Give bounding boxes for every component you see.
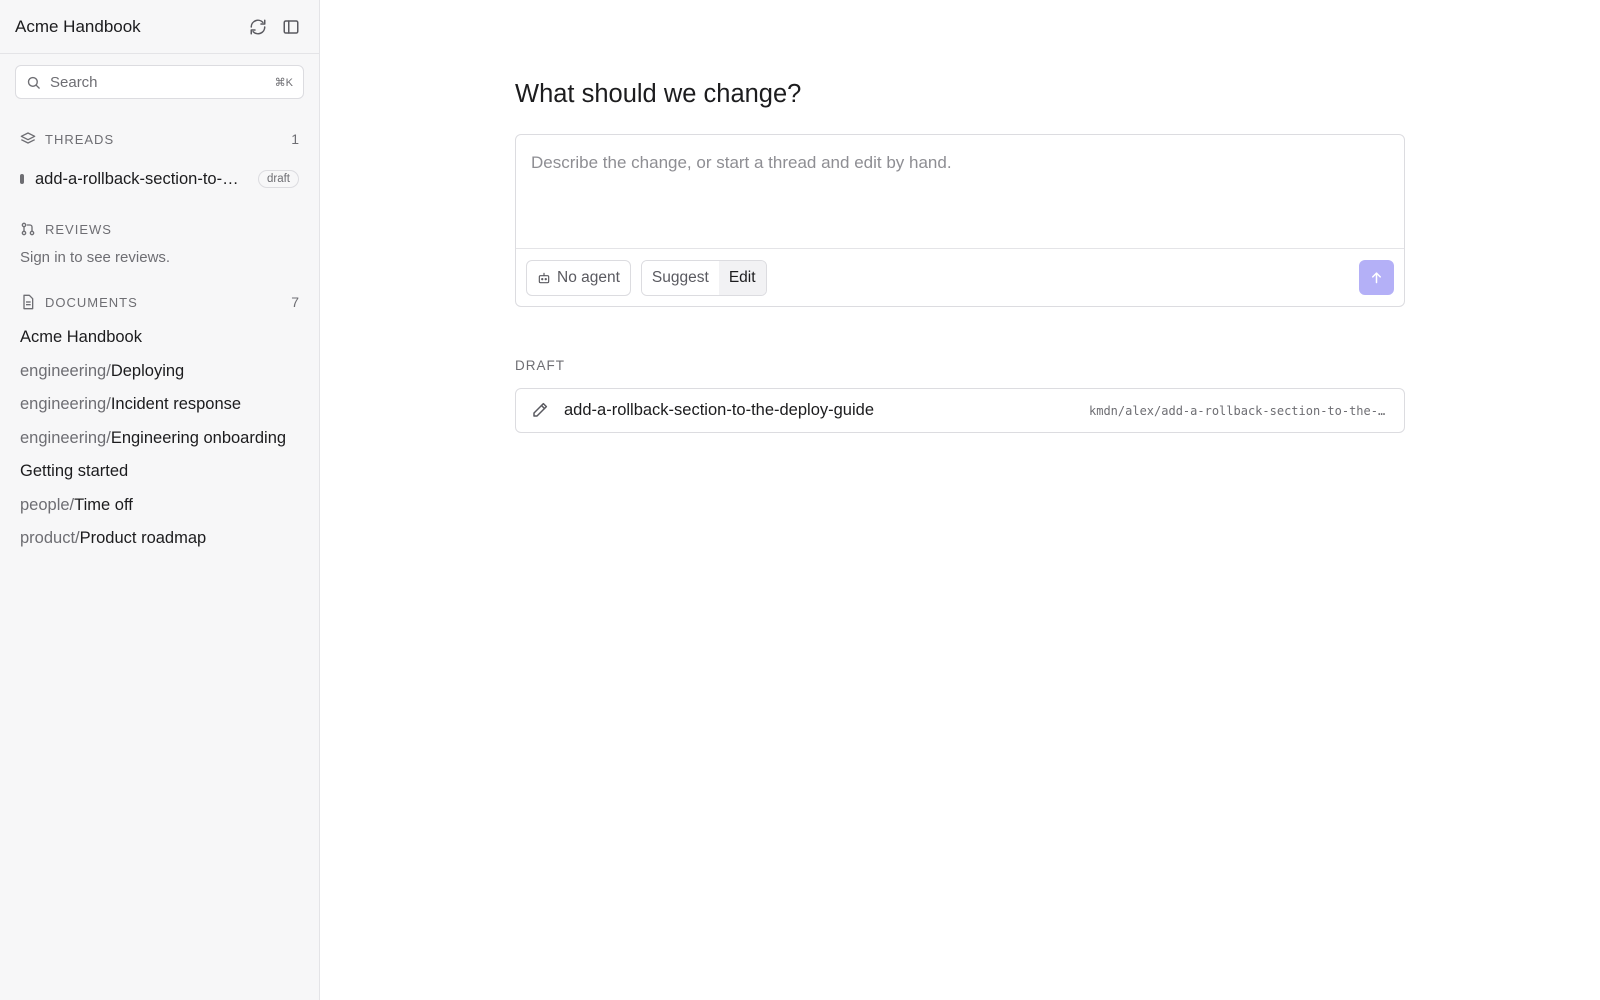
- draft-name: add-a-rollback-section-to-the-deploy-gui…: [564, 401, 874, 419]
- thread-name: add-a-rollback-section-to-the-deploy-gui…: [35, 169, 240, 188]
- document-item[interactable]: engineering/Deploying: [0, 355, 319, 389]
- send-button[interactable]: [1359, 260, 1394, 295]
- thread-item[interactable]: add-a-rollback-section-to-the-deploy-gui…: [0, 164, 319, 194]
- pencil-icon: [531, 401, 551, 421]
- search-input[interactable]: [50, 73, 275, 91]
- main-panel: What should we change? No agent Suggest …: [320, 0, 1600, 1000]
- arrow-up-icon: [1369, 270, 1384, 285]
- document-item[interactable]: product/Product roadmap: [0, 522, 319, 556]
- draft-item[interactable]: add-a-rollback-section-to-the-deploy-gui…: [515, 388, 1405, 433]
- refresh-icon[interactable]: [245, 14, 271, 40]
- search-shortcut: ⌘K: [274, 76, 293, 89]
- thread-status-badge: draft: [257, 170, 299, 188]
- mode-suggest-button[interactable]: Suggest: [641, 260, 719, 295]
- threads-label: THREADS: [45, 131, 115, 147]
- documents-list: Acme Handbook engineering/Deploying engi…: [0, 321, 319, 556]
- document-item[interactable]: people/Time off: [0, 489, 319, 523]
- draft-branch: kmdn/alex/add-a-rollback-section-to-the-…: [1089, 403, 1389, 418]
- search-box[interactable]: ⌘K: [15, 65, 304, 99]
- reviews-signin-message: Sign in to see reviews.: [20, 249, 171, 266]
- layers-icon: [20, 131, 36, 147]
- page-title: What should we change?: [515, 80, 802, 108]
- mode-edit-button[interactable]: Edit: [718, 260, 766, 295]
- change-description-input[interactable]: [516, 135, 1404, 248]
- draft-section-label: DRAFT: [515, 358, 565, 373]
- sidebar-toggle-icon[interactable]: [278, 14, 304, 40]
- mode-toggle: Suggest Edit: [640, 259, 767, 296]
- git-pull-request-icon: [20, 221, 36, 237]
- reviews-header: REVIEWS: [0, 217, 319, 241]
- composer-toolbar: No agent Suggest Edit: [516, 248, 1404, 306]
- thread-status-dot: [20, 174, 24, 184]
- agent-select-label: No agent: [557, 268, 620, 286]
- documents-header: DOCUMENTS 7: [0, 290, 319, 314]
- workspace-title[interactable]: Acme Handbook: [15, 17, 238, 37]
- document-item[interactable]: engineering/Incident response: [0, 388, 319, 422]
- document-item[interactable]: Acme Handbook: [0, 321, 319, 355]
- document-item[interactable]: Getting started: [0, 455, 319, 489]
- sidebar: Acme Handbook ⌘K THREADS: [0, 0, 320, 1000]
- composer: No agent Suggest Edit: [515, 134, 1405, 307]
- search-icon: [26, 75, 41, 90]
- document-icon: [20, 294, 36, 310]
- bot-icon: [537, 271, 551, 285]
- agent-select-button[interactable]: No agent: [526, 259, 631, 296]
- threads-header: THREADS 1: [0, 127, 319, 151]
- sidebar-header: Acme Handbook: [0, 0, 319, 54]
- threads-count: 1: [291, 131, 299, 147]
- document-item[interactable]: engineering/Engineering onboarding: [0, 422, 319, 456]
- reviews-label: REVIEWS: [45, 221, 112, 237]
- documents-label: DOCUMENTS: [45, 294, 138, 310]
- documents-count: 7: [291, 294, 299, 310]
